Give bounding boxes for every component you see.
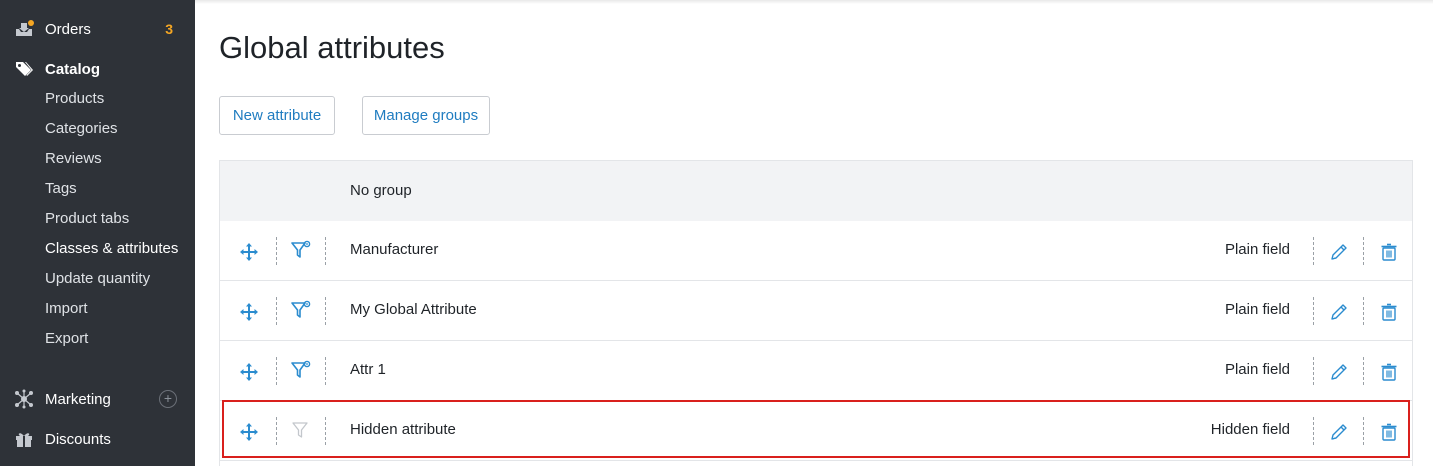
attribute-row: My Global Attribute Plain field [220,281,1412,341]
separator [1363,357,1364,385]
move-icon[interactable] [239,422,259,442]
group-label: No group [350,182,412,199]
separator [1313,237,1314,265]
attribute-name: Attr 1 [350,361,386,378]
separator [1363,237,1364,265]
top-shadow [195,0,1433,4]
separator [1313,417,1314,445]
attribute-name: My Global Attribute [350,301,477,318]
attribute-name: Hidden attribute [350,421,456,438]
separator [325,417,326,445]
orders-icon [14,19,34,39]
manage-groups-button[interactable]: Manage groups [362,96,490,135]
separator [1313,297,1314,325]
sidebar-subitem-import[interactable]: Import [45,300,88,317]
sidebar-subitem-product-tabs[interactable]: Product tabs [45,210,129,227]
attribute-name: Manufacturer [350,241,439,258]
edit-icon[interactable] [1329,362,1349,382]
sidebar: Orders 3 Catalog Products Categories Rev… [0,0,195,466]
filter-icon[interactable] [290,299,312,321]
separator [1363,417,1364,445]
filter-icon[interactable] [290,239,312,261]
sidebar-subitem-categories[interactable]: Categories [45,120,118,137]
orders-count-badge: 3 [165,21,173,37]
separator [1363,297,1364,325]
attribute-row: Attr 1 Plain field [220,341,1412,401]
plus-circle-icon[interactable]: + [159,390,177,408]
attribute-type: Plain field [1224,241,1290,258]
trash-icon[interactable] [1379,422,1399,442]
separator [276,417,277,445]
network-icon [14,389,34,409]
sidebar-subitem-reviews[interactable]: Reviews [45,150,102,167]
attribute-type: Plain field [1224,301,1290,318]
group-header-row: No group [220,161,1412,222]
separator [276,237,277,265]
trash-icon[interactable] [1379,362,1399,382]
sidebar-subitem-tags[interactable]: Tags [45,180,77,197]
sidebar-item-label: Discounts [45,430,111,448]
sidebar-item-label: Orders [45,20,91,38]
attribute-type: Hidden field [1210,421,1290,438]
filter-icon[interactable] [290,359,312,381]
separator [276,297,277,325]
attribute-row: Hidden attribute Hidden field [220,401,1412,461]
sidebar-subitem-classes-attributes[interactable]: Classes & attributes [45,240,178,257]
sidebar-item-label: Marketing [45,390,111,408]
filter-disabled-icon[interactable] [290,419,312,441]
attribute-row: Manufacturer Plain field [220,221,1412,281]
trash-icon[interactable] [1379,242,1399,262]
sidebar-item-orders[interactable]: Orders 3 [0,14,195,44]
sidebar-subitem-products[interactable]: Products [45,90,104,107]
gift-icon [14,429,34,449]
sidebar-item-marketing[interactable]: Marketing + [0,384,195,414]
separator [276,357,277,385]
attribute-type: Plain field [1224,361,1290,378]
edit-icon[interactable] [1329,242,1349,262]
sidebar-subitem-export[interactable]: Export [45,330,88,347]
page-title: Global attributes [219,30,445,65]
sidebar-item-label: Catalog [45,60,101,78]
new-attribute-button[interactable]: New attribute [219,96,335,135]
sidebar-item-discounts[interactable]: Discounts [0,424,195,454]
edit-icon[interactable] [1329,422,1349,442]
separator [325,357,326,385]
separator [325,297,326,325]
edit-icon[interactable] [1329,302,1349,322]
move-icon[interactable] [239,302,259,322]
sidebar-subitem-update-quantity[interactable]: Update quantity [45,270,150,287]
trash-icon[interactable] [1379,302,1399,322]
move-icon[interactable] [239,362,259,382]
sidebar-item-catalog[interactable]: Catalog [0,54,195,84]
separator [1313,357,1314,385]
tags-icon [14,59,34,79]
move-icon[interactable] [239,242,259,262]
separator [325,237,326,265]
